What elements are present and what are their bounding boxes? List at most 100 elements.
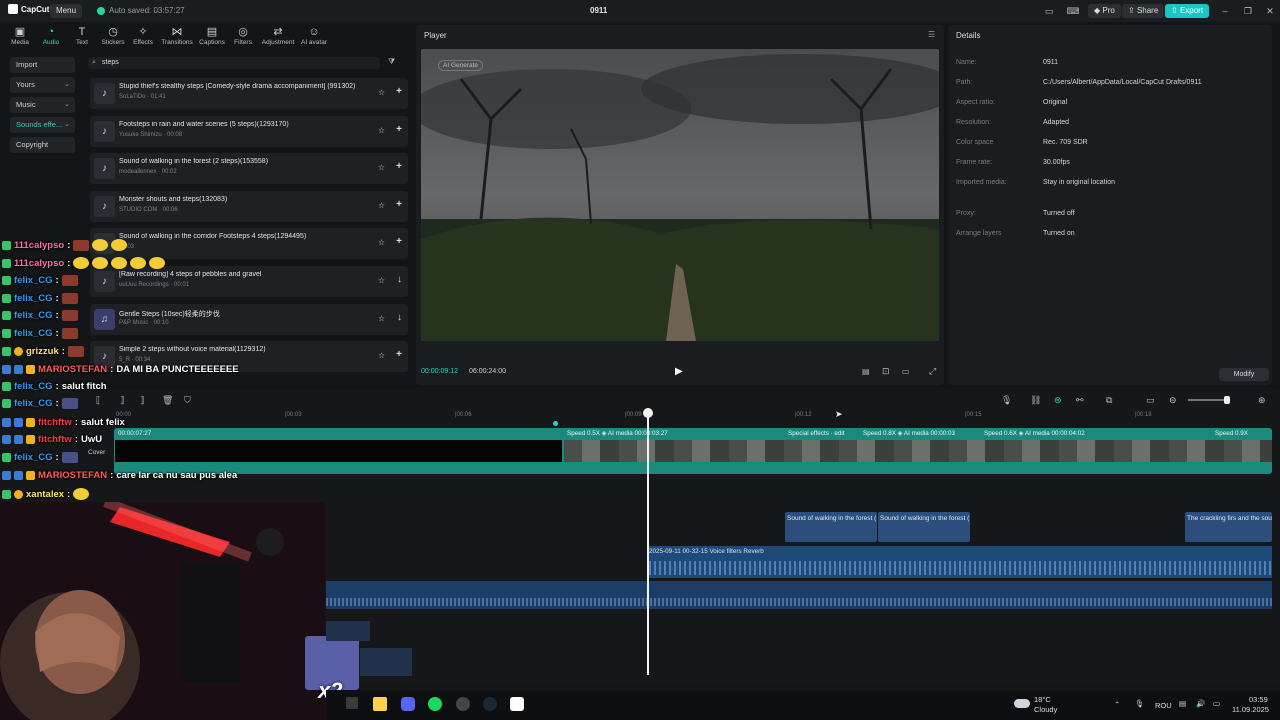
audio-clip[interactable]: Sound of walking in the forest ( [785, 512, 877, 542]
cover-label[interactable]: Cover [88, 449, 105, 456]
list-item[interactable]: ♪ [Raw recording] 4 steps of pebbles and … [90, 266, 408, 297]
captions-toggle-icon[interactable]: ▤ [862, 367, 870, 376]
split-left-icon[interactable]: ⟧ [120, 395, 124, 406]
tab-captions[interactable]: ▤ Captions [195, 26, 229, 46]
zoom-fit-icon[interactable]: ⊕ [1258, 395, 1266, 406]
file-explorer-icon[interactable] [373, 697, 387, 711]
spotify-icon[interactable] [428, 697, 442, 711]
battery-icon[interactable]: ▭ [1213, 699, 1220, 708]
list-item[interactable]: ♪ Footsteps in rain and water scenes (5 s… [90, 116, 408, 147]
list-item[interactable]: ♪ Monster shouts and steps(132083) STUDIO … [90, 191, 408, 222]
sidebar-item-copyright[interactable]: Copyright [10, 137, 75, 153]
chat-separator: : [110, 470, 114, 481]
pro-button[interactable]: ◆ Pro [1088, 4, 1121, 18]
network-icon[interactable]: ▤ [1179, 699, 1186, 708]
screenshot-icon[interactable]: ⊡ [882, 366, 890, 377]
search-input[interactable]: ⌕ steps [88, 57, 380, 69]
add-icon[interactable]: + [396, 124, 402, 135]
list-item[interactable]: ♪Sound of walking in the corridor Footst… [90, 228, 408, 259]
audio-clip[interactable]: Sound of walking in the forest ( [878, 512, 970, 542]
favorite-star-icon[interactable]: ☆ [378, 238, 385, 247]
list-item[interactable]: ♫ Gentle Steps (10sec)轻柔的步伐 P&P Music · 00… [90, 304, 408, 335]
favorite-star-icon[interactable]: ☆ [378, 201, 385, 210]
menu-button[interactable]: Menu [50, 4, 83, 18]
add-icon[interactable]: + [396, 161, 402, 172]
magnet-icon[interactable]: ⊜ [1054, 395, 1062, 406]
steam-icon[interactable] [483, 697, 497, 711]
list-item[interactable]: ♪ Stupid thief's stealthy steps [Comedy-s… [90, 78, 408, 109]
capcut-taskbar-icon[interactable] [510, 697, 524, 711]
sidebar-item-yours[interactable]: Yours ⌄ [10, 77, 75, 93]
favorite-star-icon[interactable]: ☆ [378, 88, 385, 97]
link-icon[interactable]: ⛓ [1030, 395, 1041, 406]
download-icon[interactable]: ↓ [397, 312, 402, 323]
playhead[interactable] [647, 410, 649, 675]
layout-icon[interactable]: ▭ [1042, 4, 1056, 18]
thumbnail-icon[interactable]: ▭ [1146, 395, 1155, 406]
zoom-out-icon[interactable]: ⊖ [1169, 395, 1177, 406]
split-icon[interactable]: ⟦ [96, 395, 100, 406]
video-clip-black[interactable] [115, 440, 562, 462]
add-icon[interactable]: + [396, 349, 402, 360]
marker-dot[interactable] [553, 421, 558, 426]
favorite-star-icon[interactable]: ☆ [378, 126, 385, 135]
link-clips-icon[interactable]: ⚯ [1076, 395, 1084, 406]
tab-audio[interactable]: ◔ Audio [34, 26, 68, 46]
sidebar-item-import[interactable]: Import [10, 57, 75, 73]
download-icon[interactable]: ↓ [397, 274, 402, 285]
delete-icon[interactable]: 🗑 [162, 395, 173, 406]
maximize-icon[interactable]: ❐ [1241, 4, 1255, 18]
playhead-handle[interactable] [643, 408, 653, 418]
add-icon[interactable]: + [396, 199, 402, 210]
favorite-star-icon[interactable]: ☆ [378, 276, 385, 285]
mic-icon[interactable]: 🎙 [1001, 395, 1012, 406]
tab-transitions[interactable]: ⋈ Transitions [160, 26, 194, 46]
share-button[interactable]: ⇪ Share [1122, 4, 1165, 18]
chevron-up-icon[interactable]: ⌃ [1114, 700, 1120, 709]
split-right-icon[interactable]: ⟧ [140, 395, 144, 406]
play-icon[interactable]: ▶ [675, 366, 683, 377]
task-view-icon[interactable] [346, 697, 358, 709]
ruler-tick-label: |00:12 [795, 412, 812, 418]
filter-icon[interactable]: ⧩ [388, 57, 395, 67]
sidebar-item-music[interactable]: Music ⌄ [10, 97, 75, 113]
tab-adjustment[interactable]: ⇄ Adjustment [261, 26, 295, 46]
mic-tray-icon[interactable]: 🎙 [1135, 699, 1145, 708]
ratio-icon[interactable]: ▭ [902, 367, 910, 376]
export-button[interactable]: ⇧ Export [1165, 4, 1210, 18]
favorite-star-icon[interactable]: ☆ [378, 351, 385, 360]
list-item[interactable]: ♪ Sound of walking in the forest (2 steps… [90, 153, 408, 184]
preview-axis-icon[interactable]: ⧉ [1106, 395, 1112, 406]
modify-button[interactable]: Modify [1219, 368, 1269, 381]
voice-track-label: 2025-09-11 00-32-15 Voice filters Reverb [649, 548, 764, 555]
fullscreen-icon[interactable]: ⤢ [929, 366, 936, 377]
minimize-icon[interactable]: – [1218, 4, 1232, 18]
tab-stickers[interactable]: ◷ Stickers [96, 26, 130, 46]
marker-icon[interactable]: ⛉ [184, 395, 191, 406]
obs-icon[interactable] [456, 697, 470, 711]
chat-message: felix_CG: [2, 452, 78, 463]
volume-icon[interactable]: 🔊 [1196, 699, 1205, 708]
shortcuts-icon[interactable]: ⌨ [1066, 4, 1080, 18]
audio-clip[interactable]: The crackling firs and the sou [1185, 512, 1272, 542]
tab-ai-avatar[interactable]: ☺ AI avatar [297, 26, 331, 46]
video-preview[interactable] [421, 49, 939, 341]
favorite-star-icon[interactable]: ☆ [378, 163, 385, 172]
sidebar-item-sound-effects[interactable]: Sounds effe... ⌄ [10, 117, 75, 133]
ai-generate-button[interactable]: AI Generate [438, 60, 484, 71]
zoom-slider-handle[interactable] [1224, 396, 1230, 404]
favorite-star-icon[interactable]: ☆ [378, 314, 385, 323]
tab-text[interactable]: T Text [65, 26, 99, 46]
add-icon[interactable]: + [396, 86, 402, 97]
tab-effects[interactable]: ✧ Effects [126, 26, 160, 46]
plus-badge-icon [2, 329, 11, 338]
tab-filters[interactable]: ◎ Filters [226, 26, 260, 46]
discord-icon[interactable] [401, 697, 415, 711]
tab-media[interactable]: ▣ Media [3, 26, 37, 46]
player-menu-icon[interactable]: ☰ [928, 30, 935, 39]
close-icon[interactable]: ✕ [1263, 4, 1277, 18]
add-icon[interactable]: + [396, 236, 402, 247]
total-time: 06:00:24:00 [469, 368, 506, 375]
ruler-tick-label: |00:15 [965, 412, 982, 418]
language-indicator[interactable]: ROU [1155, 701, 1172, 710]
